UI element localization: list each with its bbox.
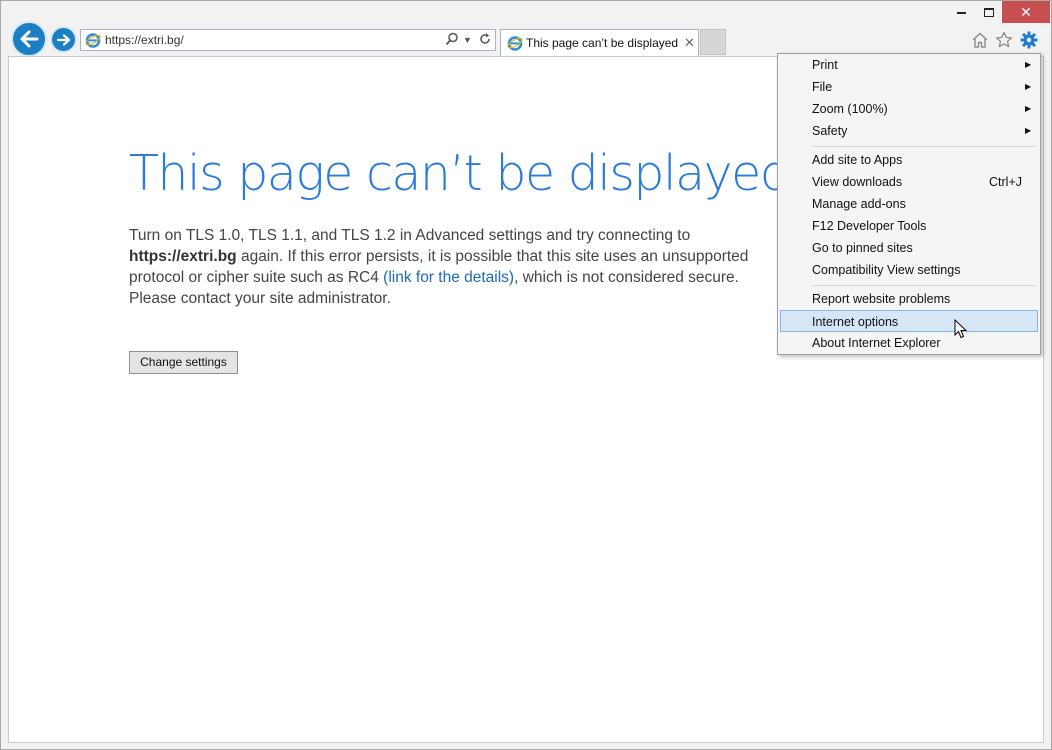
- details-link[interactable]: (link for the details): [383, 269, 514, 286]
- body-url: https://extri.bg: [129, 248, 237, 265]
- page-heading: This page can’t be displayed: [129, 145, 791, 202]
- menu-item-label: View downloads: [812, 175, 903, 189]
- change-settings-button[interactable]: Change settings: [129, 351, 238, 374]
- minimize-icon: [956, 11, 966, 14]
- menu-item-file[interactable]: File ▶: [780, 76, 1038, 98]
- back-button[interactable]: [11, 21, 47, 57]
- mouse-cursor-icon: [954, 319, 968, 339]
- menu-item-label: Internet options: [812, 315, 899, 329]
- tools-gear-icon[interactable]: [1019, 30, 1039, 50]
- maximize-button[interactable]: [975, 1, 1003, 23]
- menu-item-label: F12 Developer Tools: [812, 219, 927, 233]
- menu-item-internet-options[interactable]: Internet options: [780, 310, 1038, 332]
- tab-close-icon[interactable]: ✕: [684, 35, 695, 51]
- submenu-arrow-icon: ▶: [1025, 126, 1032, 135]
- page-body-text: Turn on TLS 1.0, TLS 1.1, and TLS 1.2 in…: [129, 225, 789, 309]
- home-icon[interactable]: [970, 30, 990, 50]
- address-url[interactable]: https://extri.bg/: [105, 33, 184, 47]
- favorites-star-icon[interactable]: [994, 30, 1014, 50]
- ie-logo-icon: [85, 33, 101, 48]
- menu-item-label: Safety: [812, 124, 848, 138]
- menu-item-label: Print: [812, 58, 838, 72]
- menu-item-view-downloads[interactable]: View downloads Ctrl+J: [780, 171, 1038, 193]
- menu-item-label: Zoom (100%): [812, 102, 888, 116]
- menu-item-f12-developer-tools[interactable]: F12 Developer Tools: [780, 215, 1038, 237]
- menu-separator: [812, 146, 1036, 147]
- address-dropdown-icon[interactable]: ▼: [463, 35, 472, 45]
- close-window-button[interactable]: ✕: [1002, 1, 1050, 23]
- submenu-arrow-icon: ▶: [1025, 104, 1032, 113]
- search-icon[interactable]: [445, 32, 459, 46]
- menu-item-report-website-problems[interactable]: Report website problems: [780, 288, 1038, 310]
- submenu-arrow-icon: ▶: [1025, 60, 1032, 69]
- forward-button[interactable]: [50, 26, 77, 53]
- new-tab-button[interactable]: [700, 29, 726, 55]
- menu-item-manage-add-ons[interactable]: Manage add-ons: [780, 193, 1038, 215]
- menu-item-compatibility-view-settings[interactable]: Compatibility View settings: [780, 259, 1038, 281]
- minimize-button[interactable]: [947, 1, 975, 23]
- menu-item-label: File: [812, 80, 833, 94]
- tab-active[interactable]: This page can’t be displayed ✕: [500, 29, 699, 56]
- back-arrow-icon: [20, 30, 39, 48]
- title-bar: ✕ https://extri.bg/ ▼ This page can’t be…: [1, 1, 1051, 57]
- submenu-arrow-icon: ▶: [1025, 82, 1032, 91]
- browser-window: ✕ https://extri.bg/ ▼ This page can’t be…: [0, 0, 1052, 750]
- refresh-icon[interactable]: [478, 32, 492, 46]
- menu-item-zoom[interactable]: Zoom (100%) ▶: [780, 98, 1038, 120]
- menu-item-about-internet-explorer[interactable]: About Internet Explorer: [780, 332, 1038, 354]
- tab-ie-logo-icon: [507, 36, 523, 51]
- menu-item-add-site-to-apps[interactable]: Add site to Apps: [780, 149, 1038, 171]
- menu-separator: [812, 285, 1036, 286]
- tools-menu: Print ▶ File ▶ Zoom (100%) ▶ Safety ▶ Ad…: [777, 53, 1041, 355]
- menu-item-safety[interactable]: Safety ▶: [780, 120, 1038, 142]
- address-bar[interactable]: https://extri.bg/ ▼: [80, 29, 496, 51]
- forward-arrow-icon: [56, 33, 70, 46]
- menu-item-label: Report website problems: [812, 292, 951, 306]
- tab-title: This page can’t be displayed: [526, 36, 679, 50]
- menu-item-print[interactable]: Print ▶: [780, 54, 1038, 76]
- menu-item-label: About Internet Explorer: [812, 336, 941, 350]
- close-icon: ✕: [1020, 4, 1032, 20]
- menu-item-shortcut: Ctrl+J: [989, 175, 1022, 189]
- body-text-part1: Turn on TLS 1.0, TLS 1.1, and TLS 1.2 in…: [129, 227, 691, 244]
- menu-item-label: Manage add-ons: [812, 197, 906, 211]
- menu-item-label: Add site to Apps: [812, 153, 903, 167]
- menu-item-label: Compatibility View settings: [812, 263, 961, 277]
- menu-item-go-to-pinned-sites[interactable]: Go to pinned sites: [780, 237, 1038, 259]
- menu-item-label: Go to pinned sites: [812, 241, 913, 255]
- maximize-icon: [984, 8, 994, 18]
